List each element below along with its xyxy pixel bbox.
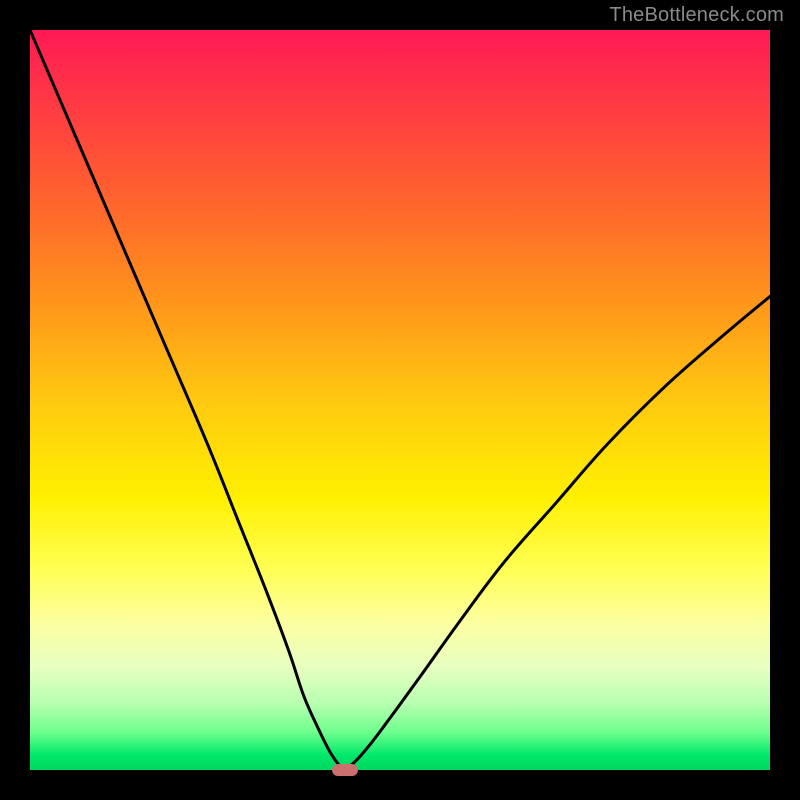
optimum-marker	[332, 764, 358, 776]
plot-area	[30, 30, 770, 770]
curve-svg	[30, 30, 770, 770]
curve-right	[345, 296, 771, 770]
curve-left	[30, 30, 345, 770]
chart-frame: TheBottleneck.com	[0, 0, 800, 800]
watermark-text: TheBottleneck.com	[609, 4, 784, 27]
